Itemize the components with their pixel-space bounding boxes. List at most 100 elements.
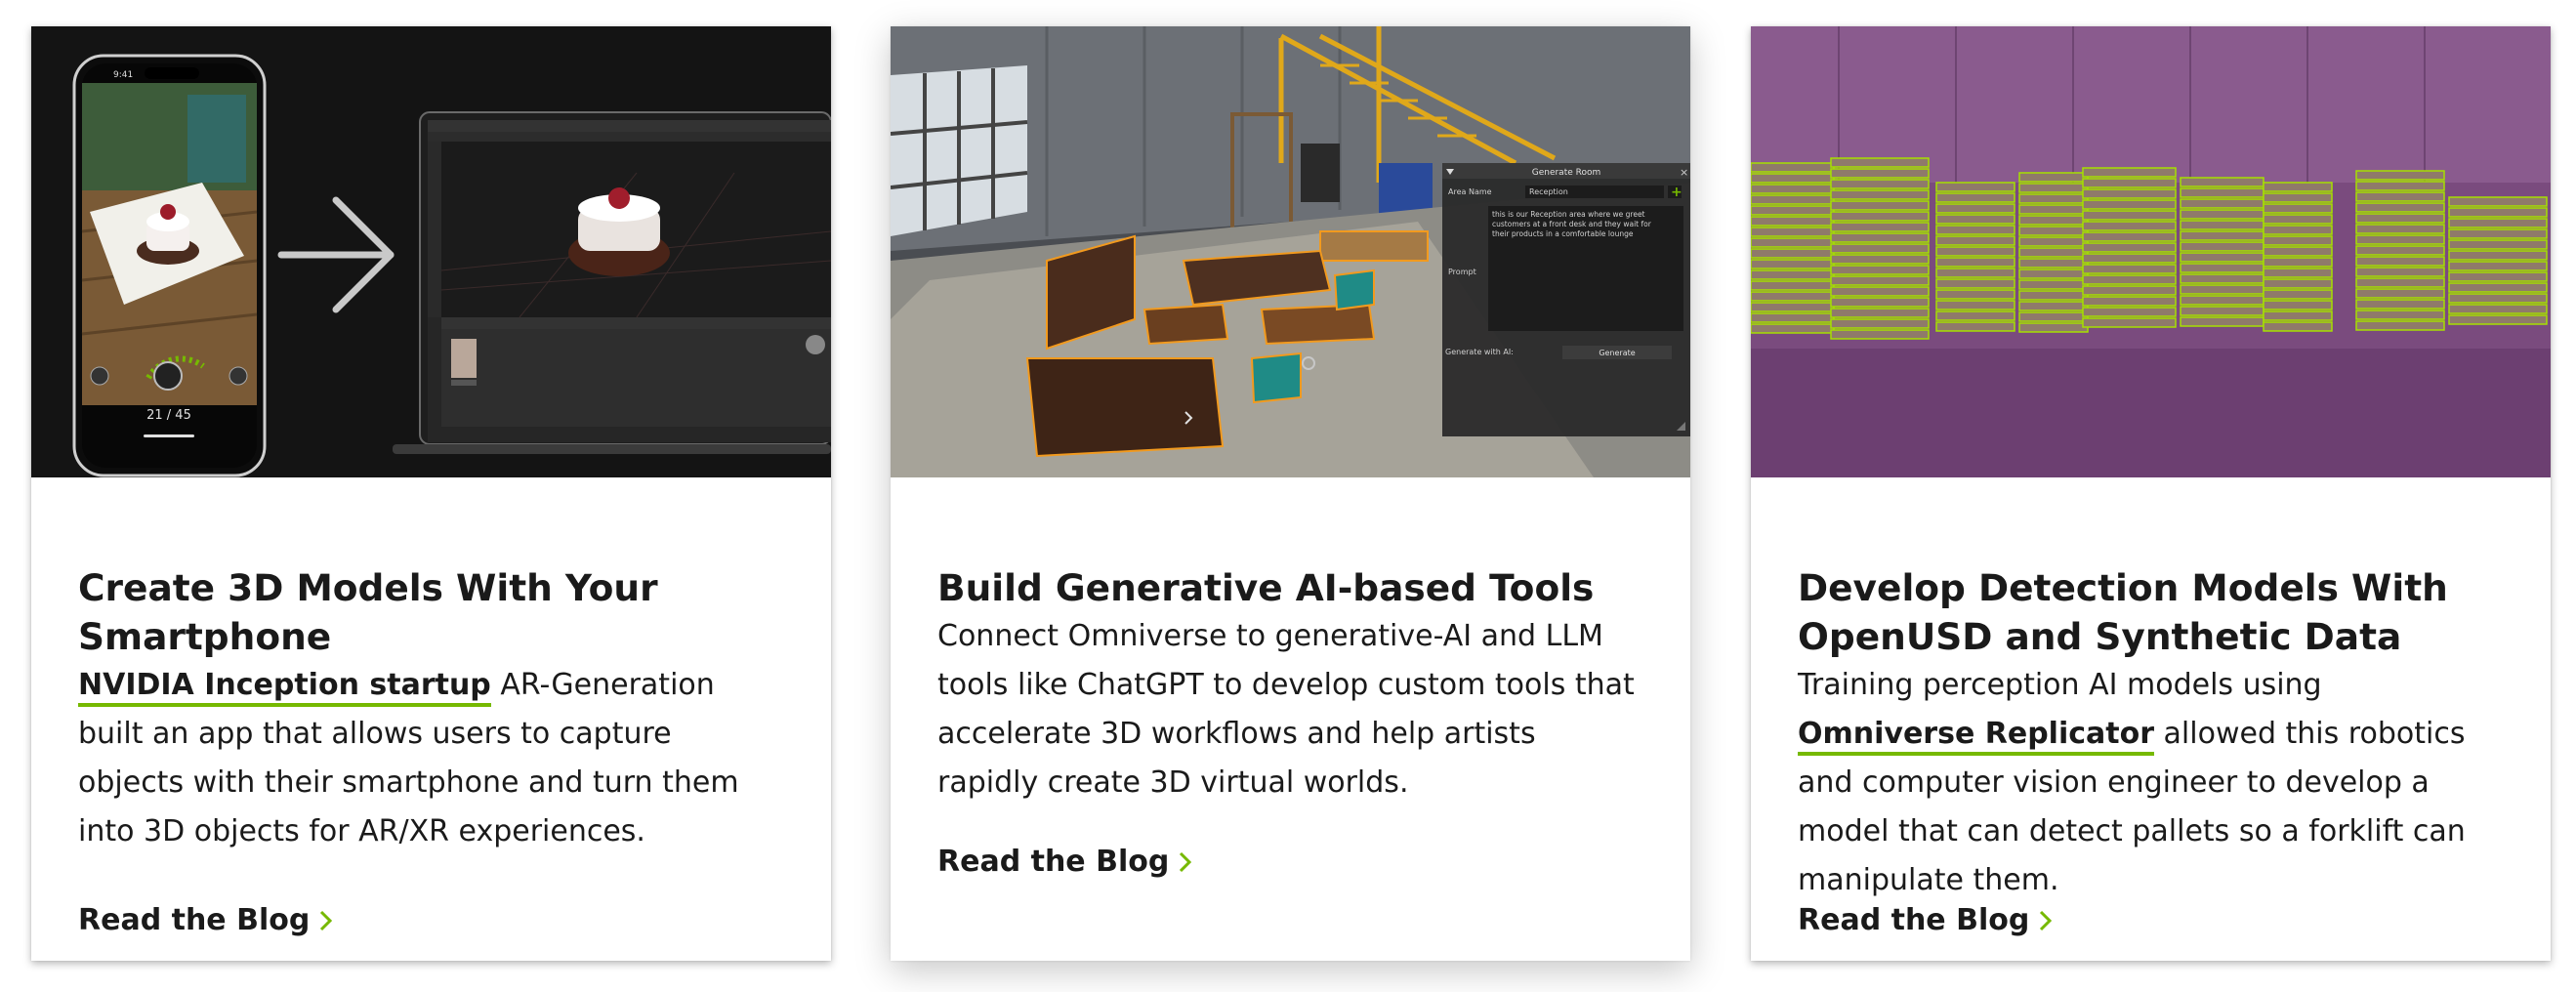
card-description: Training perception AI models using Omni… — [1798, 661, 2504, 905]
pallet-bounding-box — [2082, 264, 2177, 274]
read-the-blog-label: Read the Blog — [78, 903, 311, 937]
pallet-bounding-box — [2082, 307, 2177, 317]
pallet-bounding-box — [2355, 245, 2445, 256]
pallet-bounding-box — [2355, 288, 2445, 299]
pallet-bounding-box — [1935, 310, 2015, 321]
pallet-bounding-box — [2263, 289, 2333, 300]
pallet-bounding-box — [2355, 181, 2445, 191]
card-description: Connect Omniverse to generative-AI and L… — [937, 619, 1635, 800]
pallet-bounding-box — [2018, 183, 2089, 193]
pallet-bounding-box — [2263, 278, 2333, 289]
phone-time: 9:41 — [113, 70, 133, 80]
pallet-bounding-box — [1935, 182, 2015, 192]
generate-button[interactable]: Generate — [1599, 349, 1635, 357]
pallet-bounding-box — [2263, 192, 2333, 203]
pallet-bounding-box — [2355, 320, 2445, 331]
pallet-bounding-box — [2448, 239, 2548, 250]
card-generative-ai-tools: Generate Room × Area Name Reception + th… — [891, 26, 1690, 961]
area-name-label: Area Name — [1448, 187, 1492, 196]
pallet-bounding-box — [2018, 193, 2089, 204]
plus-icon[interactable]: + — [1671, 185, 1683, 200]
pallet-bounding-box — [1751, 227, 1835, 237]
pallet-bounding-box — [2448, 228, 2548, 239]
pallet-bounding-box — [2082, 296, 2177, 307]
pallet-bounding-box — [1935, 235, 2015, 246]
pallet-bounding-box — [2263, 268, 2333, 278]
omniverse-replicator-link[interactable]: Omniverse Replicator — [1798, 717, 2155, 756]
pallet-bounding-box — [1830, 189, 1930, 200]
pallet-bounding-box — [2082, 242, 2177, 253]
pallet-bounding-box — [2082, 274, 2177, 285]
pallet-bounding-box — [1830, 254, 1930, 265]
pallet-bounding-box — [2180, 316, 2264, 327]
pallet-bounding-box — [1830, 200, 1930, 211]
pallet-bounding-box — [2082, 253, 2177, 264]
pallet-bounding-box — [2180, 273, 2264, 284]
pallet-bounding-box — [1830, 232, 1930, 243]
pallet-bounding-box — [1935, 289, 2015, 300]
pallet-bounding-box — [1830, 243, 1930, 254]
card-create-3d-models: 9:41 21 / 45 Create 3D Models With Your … — [31, 26, 831, 961]
pallet-bounding-box — [2448, 196, 2548, 207]
panel-title: Generate Room — [1532, 168, 1601, 178]
pallet-bounding-box — [2018, 247, 2089, 258]
pallet-bounding-box — [2180, 295, 2264, 306]
pallet-bounding-box — [2448, 304, 2548, 314]
phone-counter: 21 / 45 — [146, 408, 191, 423]
pallet-bounding-box — [2355, 191, 2445, 202]
pallet-bounding-box — [2018, 269, 2089, 279]
pallet-bounding-box — [2355, 267, 2445, 277]
pallet-bounding-box — [2448, 282, 2548, 293]
pallet-bounding-box — [2180, 187, 2264, 198]
read-the-blog-link[interactable]: Read the Blog — [1798, 903, 2053, 937]
prompt-line-3: their products in a comfortable lounge — [1492, 229, 1634, 238]
pallet-bounding-box — [1830, 265, 1930, 275]
pallet-bounding-box — [2263, 203, 2333, 214]
pallet-bounding-box — [2082, 317, 2177, 328]
pallet-bounding-box — [1935, 192, 2015, 203]
pallet-bounding-box — [1830, 318, 1930, 329]
pallet-bounding-box — [2355, 170, 2445, 181]
pallet-bounding-box — [1751, 259, 1835, 269]
pallet-bounding-box — [1830, 157, 1930, 168]
pallet-bounding-box — [1751, 184, 1835, 194]
pallet-bounding-box — [2082, 188, 2177, 199]
pallet-bounding-box — [1935, 257, 2015, 268]
pallet-bounding-box — [2355, 256, 2445, 267]
pallet-bounding-box — [1751, 269, 1835, 280]
close-icon[interactable]: × — [1680, 166, 1688, 179]
read-the-blog-label: Read the Blog — [937, 845, 1170, 879]
generate-room-panel: Generate Room × Area Name Reception + th… — [1442, 163, 1690, 436]
nvidia-inception-link[interactable]: NVIDIA Inception startup — [78, 668, 491, 707]
card-description: NVIDIA Inception startup AR-Generation b… — [78, 661, 784, 856]
pallet-bounding-box — [2018, 311, 2089, 322]
pallet-bounding-box — [1935, 225, 2015, 235]
pallet-bounding-box — [1935, 203, 2015, 214]
pallet-bounding-box — [2355, 202, 2445, 213]
pallet-bounding-box — [1935, 321, 2015, 332]
pallet-bounding-box — [2180, 252, 2264, 263]
pallet-bounding-box — [1935, 246, 2015, 257]
pallet-bounding-box — [1830, 329, 1930, 340]
read-the-blog-link[interactable]: Read the Blog — [937, 845, 1192, 879]
pallet-bounding-box — [2180, 306, 2264, 316]
pallet-bounding-box — [1751, 194, 1835, 205]
prompt-line-1: this is our Reception area where we gree… — [1492, 210, 1645, 219]
pallet-bounding-box — [2082, 167, 2177, 178]
chevron-right-icon — [1180, 851, 1192, 872]
pallet-bounding-box — [2082, 231, 2177, 242]
pallet-bounding-box — [2082, 199, 2177, 210]
pallet-bounding-box — [1830, 222, 1930, 232]
generate-with-ai-label: Generate with AI: — [1445, 348, 1514, 356]
pallet-bounding-box — [2448, 314, 2548, 325]
pallet-bounding-box — [2263, 310, 2333, 321]
pallet-bounding-box — [1935, 214, 2015, 225]
pallet-bounding-box — [1751, 248, 1835, 259]
area-name-value[interactable]: Reception — [1529, 187, 1568, 196]
pallet-bounding-box — [2082, 178, 2177, 188]
read-the-blog-link[interactable]: Read the Blog — [78, 903, 333, 937]
pallet-bounding-box — [1935, 278, 2015, 289]
pallet-bounding-box — [2448, 207, 2548, 218]
pallet-bounding-box — [2180, 230, 2264, 241]
read-the-blog-label: Read the Blog — [1798, 903, 2030, 937]
